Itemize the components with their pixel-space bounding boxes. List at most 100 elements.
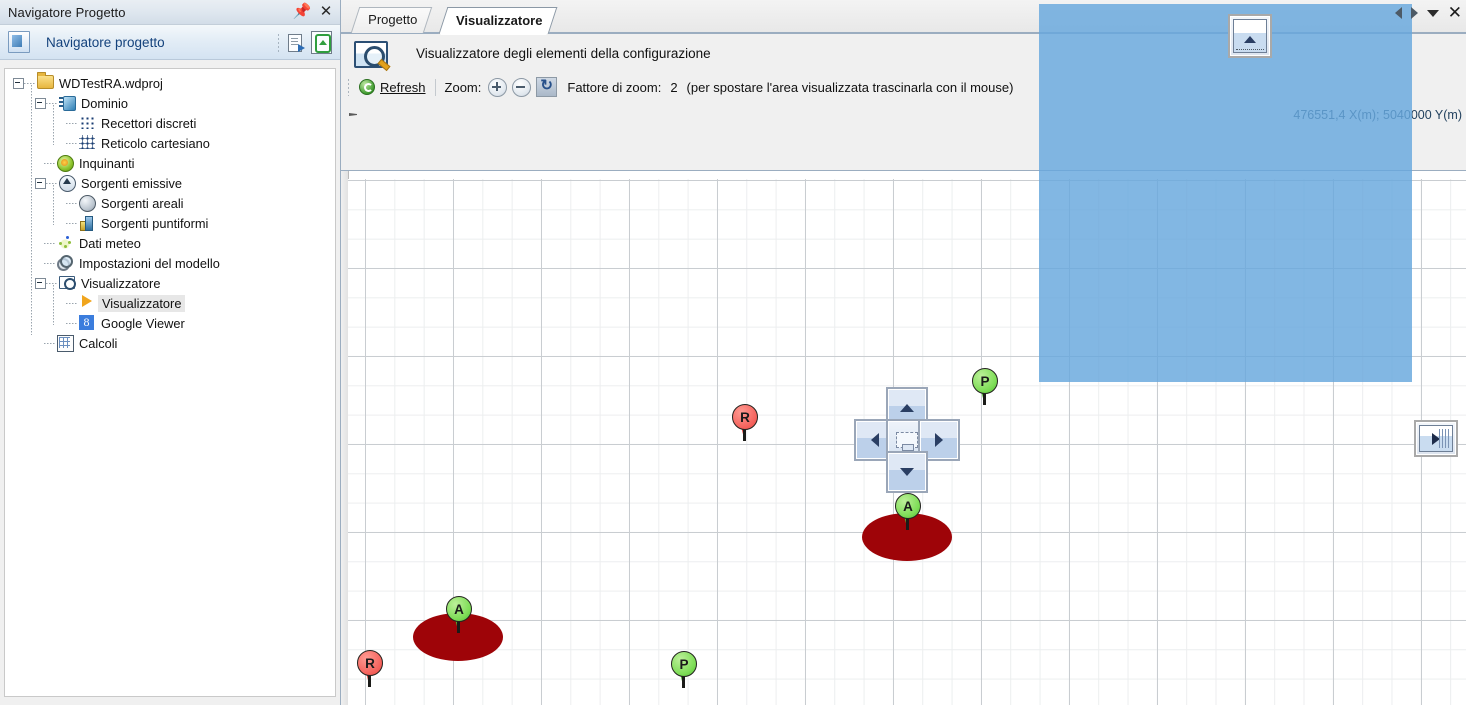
tab-visualizzatore-label: Visualizzatore — [456, 12, 543, 28]
map-marker-area-source[interactable]: A — [894, 493, 921, 530]
chevron-right-icon[interactable] — [1410, 7, 1418, 19]
tree-connector — [44, 342, 56, 344]
arrow-down-icon — [900, 468, 914, 476]
tree-item-dati-meteo[interactable]: Dati meteo — [5, 233, 335, 253]
export-document-icon[interactable] — [287, 33, 305, 53]
tree-item-label: Inquinanti — [79, 155, 135, 171]
marker-head: P — [972, 368, 998, 394]
tree-connector — [46, 182, 58, 184]
tree-connector — [44, 242, 56, 244]
document-host: Progetto Visualizzatore ✕ Visualizzatore… — [341, 0, 1466, 705]
google-icon: 8 — [79, 315, 96, 331]
emission-sources-icon — [59, 175, 76, 192]
marker-head: A — [446, 596, 472, 622]
pan-down-button[interactable] — [886, 451, 928, 493]
map-marker-point-source[interactable]: P — [971, 368, 998, 405]
tree-item-dominio[interactable]: Dominio — [5, 93, 335, 113]
close-icon[interactable]: ✕ — [318, 2, 334, 20]
project-tree[interactable]: WDTestRA.wdproj Dominio Recettori discreti… — [4, 68, 336, 697]
tree-connector — [66, 302, 78, 304]
map-marker-area-source[interactable]: A — [445, 596, 472, 633]
map-marker-receptor[interactable]: R — [356, 650, 383, 687]
tree-expander-icon[interactable] — [35, 277, 46, 289]
chevron-down-icon[interactable] — [1426, 9, 1439, 17]
application-window: Navigatore Progetto 📌 ✕ Navigatore proge… — [0, 0, 1466, 705]
tree-item-calcoli[interactable]: Calcoli — [5, 333, 335, 353]
tab-visualizzatore[interactable]: Visualizzatore — [438, 7, 558, 34]
zoom-in-icon[interactable] — [488, 77, 508, 97]
cartesian-grid-icon — [79, 135, 96, 151]
toolbar-grip — [347, 78, 350, 96]
zoom-reset-icon[interactable] — [536, 76, 558, 97]
scale-tick-icon — [349, 113, 357, 116]
navigator-header-label: Navigatore progetto — [46, 34, 165, 50]
weather-data-icon — [57, 235, 74, 251]
tree-item-visualizzatore[interactable]: Visualizzatore — [5, 293, 335, 313]
close-icon[interactable]: ✕ — [1448, 4, 1462, 21]
tree-connector-line — [53, 285, 54, 325]
play-icon — [79, 295, 96, 311]
arrow-up-icon — [1244, 35, 1256, 43]
tree-item-label: WDTestRA.wdproj — [59, 75, 163, 91]
tab-progetto[interactable]: Progetto — [350, 7, 433, 33]
tree-connector — [66, 222, 78, 224]
tree-item-label: Dominio — [81, 95, 128, 111]
tree-expander-icon[interactable] — [35, 177, 46, 189]
navigator-title: Navigatore Progetto — [8, 4, 126, 20]
refresh-button[interactable]: Refresh — [359, 79, 426, 95]
pan-control[interactable] — [854, 387, 960, 493]
project-icon — [8, 31, 30, 53]
tree-item-google-viewer[interactable]: 8 Google Viewer — [5, 313, 335, 333]
project-navigator-panel: Navigatore Progetto 📌 ✕ Navigatore proge… — [0, 0, 341, 705]
point-source-icon — [79, 215, 96, 231]
tree-item-impostazioni-del-modello[interactable]: Impostazioni del modello — [5, 253, 335, 273]
viewer-icon — [59, 275, 76, 291]
tree-connector — [46, 102, 58, 104]
tree-item-recettori-discreti[interactable]: Recettori discreti — [5, 113, 335, 133]
marker-head: R — [732, 404, 758, 430]
tree-item-label: Visualizzatore — [98, 294, 186, 312]
model-settings-icon — [57, 255, 74, 271]
tree-item-sorgenti-puntiformi[interactable]: Sorgenti puntiformi — [5, 213, 335, 233]
map-marker-point-source[interactable]: P — [670, 651, 697, 688]
tree-connector — [24, 82, 36, 84]
map-marker-receptor[interactable]: R — [731, 404, 758, 441]
zoom-out-icon[interactable] — [512, 77, 532, 97]
tree-connector-line — [53, 105, 54, 145]
viewer-magnifier-icon — [354, 39, 391, 71]
calculations-icon — [57, 335, 74, 352]
tree-item-label: Recettori discreti — [101, 115, 197, 131]
expand-right-panel-button[interactable] — [1414, 420, 1458, 457]
navigator-header: Navigatore progetto — [0, 25, 340, 60]
chevron-left-icon[interactable] — [1394, 7, 1402, 19]
tree-expander-icon[interactable] — [35, 97, 46, 109]
collapse-top-panel-button[interactable] — [1228, 14, 1272, 58]
marker-head: P — [671, 651, 697, 677]
refresh-document-icon[interactable] — [311, 31, 332, 54]
tree-item-sorgenti-emissive[interactable]: Sorgenti emissive — [5, 173, 335, 193]
domain-icon — [59, 95, 76, 111]
tree-item-label: Sorgenti areali — [101, 195, 184, 211]
tree-connector — [66, 202, 78, 204]
tree-item-visualizzatore[interactable]: Visualizzatore — [5, 273, 335, 293]
tree-connector — [66, 122, 78, 124]
zoom-factor-value: 2 — [670, 79, 678, 95]
tree-item-wdtestra-wdproj[interactable]: WDTestRA.wdproj — [5, 73, 335, 93]
pin-icon[interactable]: 📌 — [293, 2, 312, 20]
tree-connector — [66, 322, 78, 324]
refresh-icon — [359, 79, 375, 95]
area-source-icon — [79, 195, 96, 212]
tab-navigation-controls: ✕ — [1394, 4, 1462, 21]
tree-item-inquinanti[interactable]: Inquinanti — [5, 153, 335, 173]
zoom-label: Zoom: — [444, 79, 482, 95]
tree-connector — [44, 162, 56, 164]
tree-item-reticolo-cartesiano[interactable]: Reticolo cartesiano — [5, 133, 335, 153]
tree-item-label: Sorgenti puntiformi — [101, 215, 209, 231]
tree-item-label: Visualizzatore — [81, 275, 161, 291]
tree-expander-icon[interactable] — [13, 77, 24, 89]
tree-item-label: Calcoli — [79, 335, 118, 351]
marker-head: R — [357, 650, 383, 676]
folder-icon — [37, 75, 54, 91]
selection-rectangle[interactable] — [1039, 4, 1412, 382]
tree-item-sorgenti-areali[interactable]: Sorgenti areali — [5, 193, 335, 213]
